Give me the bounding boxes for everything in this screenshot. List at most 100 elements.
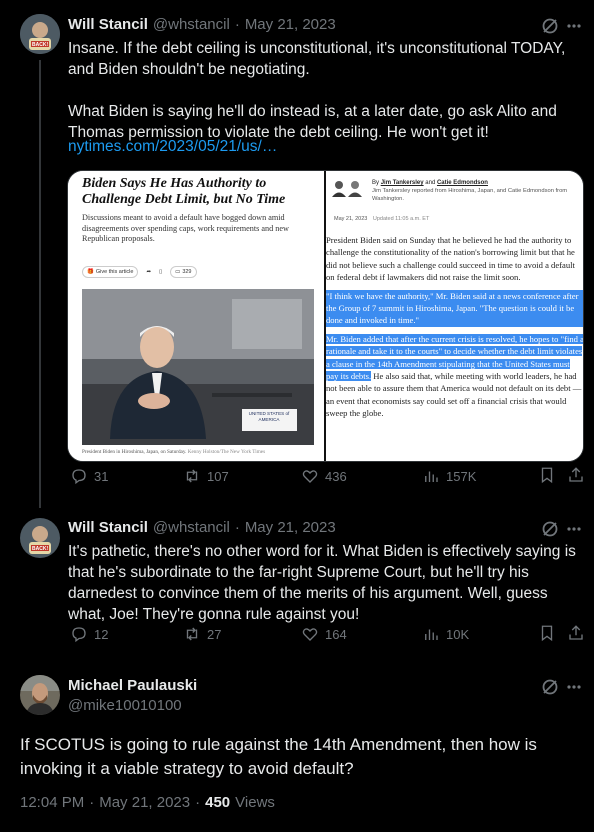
like-icon xyxy=(302,628,318,641)
views-button[interactable]: 157K xyxy=(422,467,476,485)
article-byline: By Jim Tankersley and Catie Edmondson xyxy=(372,179,488,187)
avatar-michael-paulauski[interactable] xyxy=(20,675,60,715)
article-dek: Discussions meant to avoid a default hav… xyxy=(82,213,289,243)
gift-button[interactable]: 🎁 Give this article xyxy=(82,266,139,278)
author-handle[interactable]: @mike10010100 xyxy=(68,697,182,714)
share-button[interactable] xyxy=(567,466,585,487)
author-name[interactable]: Michael Paulauski xyxy=(68,677,197,694)
like-count: 164 xyxy=(325,626,347,642)
avatar-will-stancil[interactable]: BACK! xyxy=(20,14,60,54)
repost-icon xyxy=(186,469,198,483)
author-handle[interactable]: @whstancil xyxy=(153,519,230,536)
bookmark-button[interactable] xyxy=(538,466,556,487)
like-button[interactable]: 164 xyxy=(301,625,347,643)
repost-count: 27 xyxy=(207,626,222,642)
share-button[interactable] xyxy=(567,624,585,645)
article-body: President Biden said on Sunday that he b… xyxy=(326,234,583,420)
more-icon[interactable] xyxy=(566,18,582,39)
reply-count: 31 xyxy=(94,468,109,484)
like-button[interactable]: 436 xyxy=(301,467,347,485)
author-photo-1 xyxy=(332,181,346,197)
views-count: 157K xyxy=(446,468,477,484)
photo-caption: President Biden in Hiroshima, Japan, on … xyxy=(82,449,265,455)
views-icon xyxy=(425,629,438,640)
article-headline: Biden Says He Has Authority to Challenge… xyxy=(82,176,286,207)
article-right-panel: By Jim Tankersley and Catie Edmondson Ji… xyxy=(326,171,583,461)
header-dot: · xyxy=(234,519,240,536)
repost-button[interactable]: 27 xyxy=(183,625,221,643)
bookmark-icon xyxy=(541,467,553,483)
tweet-1-header: Will Stancil @whstancil · May 21, 2023 xyxy=(68,16,336,33)
reply-icon xyxy=(72,627,86,643)
header-dot: · xyxy=(234,16,240,33)
author-name[interactable]: Will Stancil xyxy=(68,519,148,536)
article-paragraph-1: President Biden said on Sunday that he b… xyxy=(326,235,575,283)
caption-text: President Biden in Hiroshima, Japan, on … xyxy=(82,449,187,455)
share-icon xyxy=(569,624,583,640)
tweet-3-meta: 12:04 PM · May 21, 2023 · 450 Views xyxy=(20,794,275,811)
author-1-link[interactable]: Jim Tankersley xyxy=(381,180,424,186)
byline-prefix: By xyxy=(372,180,380,186)
bookmark-icon xyxy=(541,625,553,641)
tweet-1-media[interactable]: Biden Says He Has Authority to Challenge… xyxy=(67,170,584,462)
dateline-updated: Updated 11:05 a.m. ET xyxy=(372,216,430,222)
views-button[interactable]: 10K xyxy=(422,625,469,643)
share-icon xyxy=(569,466,583,482)
author-name[interactable]: Will Stancil xyxy=(68,16,148,33)
article-paragraph-2-highlighted: "I think we have the authority," Mr. Bid… xyxy=(326,289,583,327)
author-handle[interactable]: @whstancil xyxy=(153,16,230,33)
avatar-badge-text: BACK! xyxy=(32,545,49,552)
tweet-date[interactable]: May 21, 2023 xyxy=(99,794,190,811)
repost-button[interactable]: 107 xyxy=(183,467,229,485)
views-count: 10K xyxy=(446,626,470,642)
meta-dot-2: · xyxy=(195,794,201,811)
tweet-2-header: Will Stancil @whstancil · May 21, 2023 xyxy=(68,519,336,536)
avatar-badge-text: BACK! xyxy=(32,41,49,48)
reply-button[interactable]: 12 xyxy=(70,625,108,643)
placard-text: UNITED STATES of AMERICA xyxy=(248,411,290,422)
bookmark-small-icon[interactable]: ▯ xyxy=(159,269,162,275)
views-icon xyxy=(425,471,438,482)
repost-count: 107 xyxy=(207,468,229,484)
more-icon[interactable] xyxy=(566,521,582,542)
views-label: Views xyxy=(235,794,275,811)
reply-count: 12 xyxy=(94,626,109,642)
comments-count: 329 xyxy=(182,269,192,275)
dateline-date: May 21, 2023 xyxy=(334,216,368,222)
caption-credit: Kenny Holston/The New York Times xyxy=(187,449,266,455)
tweet-2-text: It's pathetic, there's no other word for… xyxy=(68,543,581,623)
reply-button[interactable]: 31 xyxy=(70,467,108,485)
gift-icon: 🎁 xyxy=(87,269,94,275)
tweet-1-link[interactable]: nytimes.com/2023/05/21/us/… xyxy=(68,138,277,156)
comments-button[interactable]: ▭ 329 xyxy=(170,266,197,278)
author-photo-2 xyxy=(348,181,362,197)
tweet-date[interactable]: May 21, 2023 xyxy=(245,16,336,33)
more-icon[interactable] xyxy=(566,679,582,700)
byline-and: and xyxy=(425,180,436,186)
avatar-will-stancil[interactable]: BACK! xyxy=(20,518,60,558)
avatar-image xyxy=(20,675,60,715)
article-reported: Jim Tankersley reported from Hiroshima, … xyxy=(372,188,568,202)
article-share-bar: 🎁 Give this article ➦ ▯ ▭ 329 xyxy=(82,266,197,278)
thread-connector xyxy=(39,60,41,508)
grok-icon[interactable] xyxy=(540,677,560,702)
views-number: 450 xyxy=(205,794,231,811)
avatar-image xyxy=(20,518,60,558)
meta-dot: · xyxy=(89,794,95,811)
avatar-image xyxy=(20,14,60,54)
like-icon xyxy=(302,470,318,483)
comment-icon: ▭ xyxy=(175,269,181,275)
author-2-link[interactable]: Catie Edmondson xyxy=(437,180,488,186)
share-arrow-icon[interactable]: ➦ xyxy=(146,269,151,275)
repost-icon xyxy=(186,627,198,641)
article-paragraph-3: Mr. Biden added that after the current c… xyxy=(326,333,583,420)
tweet-date[interactable]: May 21, 2023 xyxy=(245,519,336,536)
reply-icon xyxy=(72,469,86,485)
like-count: 436 xyxy=(325,468,347,484)
gift-label: Give this article xyxy=(95,269,134,275)
bookmark-button[interactable] xyxy=(538,624,556,645)
article-dateline: May 21, 2023 Updated 11:05 a.m. ET xyxy=(334,213,429,225)
article-left-panel: Biden Says He Has Authority to Challenge… xyxy=(68,171,324,461)
tweet-time[interactable]: 12:04 PM xyxy=(20,794,84,811)
tweet-3-text: If SCOTUS is going to rule against the 1… xyxy=(20,735,537,778)
